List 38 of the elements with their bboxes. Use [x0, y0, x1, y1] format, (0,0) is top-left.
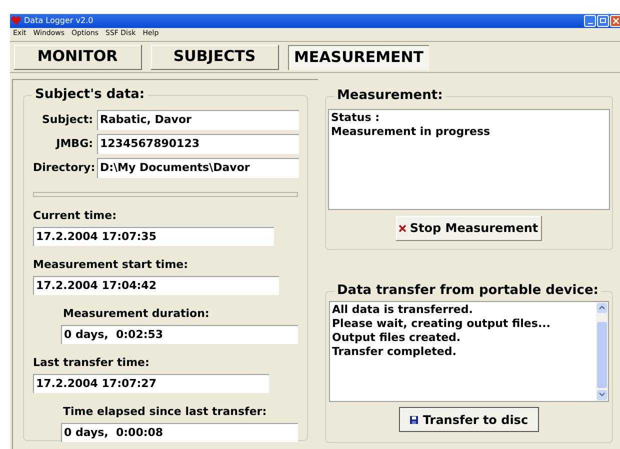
text-field[interactable]: Rabatic, Davor: [97, 110, 299, 130]
field-label: Directory:: [33, 160, 93, 176]
time-field[interactable]: 0 days, 0:00:08: [61, 423, 298, 442]
stop-measurement-button[interactable]: Stop Measurement: [396, 216, 542, 241]
tab[interactable]: SUBJECTS: [151, 44, 279, 70]
field-label: Measurement duration:: [63, 307, 210, 321]
minimize-button[interactable]: [584, 14, 596, 27]
time-field[interactable]: 17.2.2004 17:07:35: [33, 227, 274, 246]
close-icon: [398, 224, 406, 232]
text-field[interactable]: 1234567890123: [97, 134, 299, 154]
field-label: Current time:: [33, 209, 118, 223]
log-text-area[interactable]: All data is transferred. Please wait, creating output files... Output files created. Transfer completed.: [329, 301, 609, 402]
time-field[interactable]: 17.2.2004 17:07:27: [33, 374, 269, 393]
text-line: Output files created.: [332, 331, 462, 345]
group-title: Subject's data:: [32, 87, 148, 103]
field-label: Measurement start time:: [33, 258, 190, 272]
time-field[interactable]: 0 days, 0:02:53: [61, 325, 298, 344]
restore-button[interactable]: [597, 14, 609, 27]
scrollbar[interactable]: [596, 302, 608, 401]
heart-icon: [11, 16, 21, 26]
tab[interactable]: MEASUREMENT: [288, 44, 429, 70]
tab[interactable]: MONITOR: [14, 44, 142, 70]
text-line: Please wait, creating output files...: [332, 317, 552, 331]
field-label: Time elapsed since last transfer:: [63, 405, 268, 419]
text-line: Transfer completed.: [332, 345, 458, 359]
field-label: JMBG:: [54, 136, 93, 152]
text-field[interactable]: D:\My Documents\Davor: [97, 158, 299, 178]
text-line: All data is transferred.: [332, 303, 474, 317]
field-label: Subject:: [40, 112, 93, 128]
text-line: Status :: [331, 111, 380, 125]
group-title: Data transfer from portable device:: [334, 283, 602, 299]
close-button[interactable]: [610, 14, 620, 27]
field-label: Last transfer time:: [33, 356, 150, 370]
transfer-button[interactable]: Transfer to disc: [399, 407, 539, 432]
text-line: Measurement in progress: [331, 125, 492, 139]
time-field[interactable]: 17.2.2004 17:04:42: [33, 276, 279, 295]
window-title: Data Logger v2.0: [24, 14, 94, 27]
status-text-area[interactable]: Status : Measurement in progress: [328, 109, 610, 210]
